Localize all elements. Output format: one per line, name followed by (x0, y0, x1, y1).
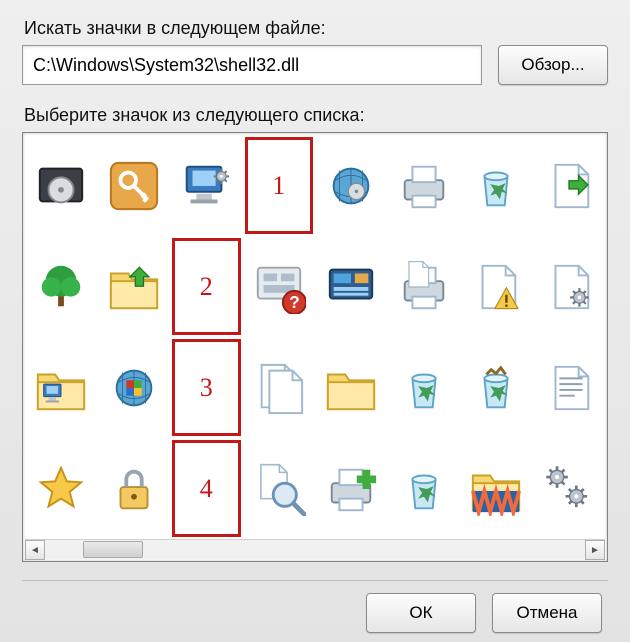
tree-icon[interactable] (27, 238, 96, 335)
icon-list-panel: 1 2 3 4 ◄ ► (22, 132, 608, 562)
printer-icon[interactable] (390, 137, 459, 234)
search-document-icon[interactable] (245, 440, 314, 537)
annotation-number: 3 (200, 373, 213, 403)
recycle-bin-empty-icon[interactable] (462, 137, 531, 234)
folder-up-icon[interactable] (100, 238, 169, 335)
control-panel-help-icon[interactable] (245, 238, 314, 335)
scroll-track[interactable] (45, 540, 585, 559)
documents-stack-icon[interactable] (245, 339, 314, 436)
recycle-bin-full-icon[interactable] (462, 339, 531, 436)
compressed-folder-icon[interactable] (462, 440, 531, 537)
star-favorite-icon[interactable] (27, 440, 96, 537)
annotation-marker: 1 (245, 137, 314, 234)
disc-drive-icon[interactable] (27, 137, 96, 234)
recycle-bin-glass-icon[interactable] (390, 339, 459, 436)
document-export-icon[interactable] (535, 137, 604, 234)
annotation-number: 4 (200, 474, 213, 504)
dialog-button-row: ОК Отмена (22, 593, 608, 633)
gears-icon[interactable] (535, 440, 604, 537)
globe-disc-icon[interactable] (317, 137, 386, 234)
windows-update-icon[interactable] (100, 339, 169, 436)
annotation-number: 1 (272, 171, 285, 201)
annotation-marker: 2 (172, 238, 241, 335)
path-row: Обзор... (22, 45, 608, 85)
horizontal-scrollbar[interactable]: ◄ ► (25, 539, 605, 559)
folder-open-icon[interactable] (317, 339, 386, 436)
separator (22, 580, 608, 581)
lock-icon[interactable] (100, 440, 169, 537)
computer-settings-icon[interactable] (172, 137, 241, 234)
document-warning-icon[interactable] (462, 238, 531, 335)
notepad-icon[interactable] (535, 339, 604, 436)
printer-add-icon[interactable] (317, 440, 386, 537)
key-icon[interactable] (100, 137, 169, 234)
printer-document-icon[interactable] (390, 238, 459, 335)
icon-scroll-viewport: 1 2 3 4 (27, 137, 603, 537)
annotation-marker: 4 (172, 440, 241, 537)
browse-button[interactable]: Обзор... (498, 45, 608, 85)
scroll-right-button[interactable]: ► (585, 540, 605, 560)
annotation-marker: 3 (172, 339, 241, 436)
recycle-bin-blue-icon[interactable] (390, 440, 459, 537)
document-gear-icon[interactable] (535, 238, 604, 335)
scroll-thumb[interactable] (83, 541, 143, 558)
system-info-icon[interactable] (317, 238, 386, 335)
select-icon-label: Выберите значок из следующего списка: (24, 105, 608, 126)
annotation-number: 2 (200, 272, 213, 302)
search-file-label: Искать значки в следующем файле: (24, 18, 608, 39)
scroll-left-button[interactable]: ◄ (25, 540, 45, 560)
network-folder-icon[interactable] (27, 339, 96, 436)
icon-grid: 1 2 3 4 (27, 137, 603, 537)
change-icon-dialog: Искать значки в следующем файле: Обзор..… (0, 0, 630, 642)
cancel-button[interactable]: Отмена (492, 593, 602, 633)
ok-button[interactable]: ОК (366, 593, 476, 633)
icon-file-path-input[interactable] (22, 45, 482, 85)
